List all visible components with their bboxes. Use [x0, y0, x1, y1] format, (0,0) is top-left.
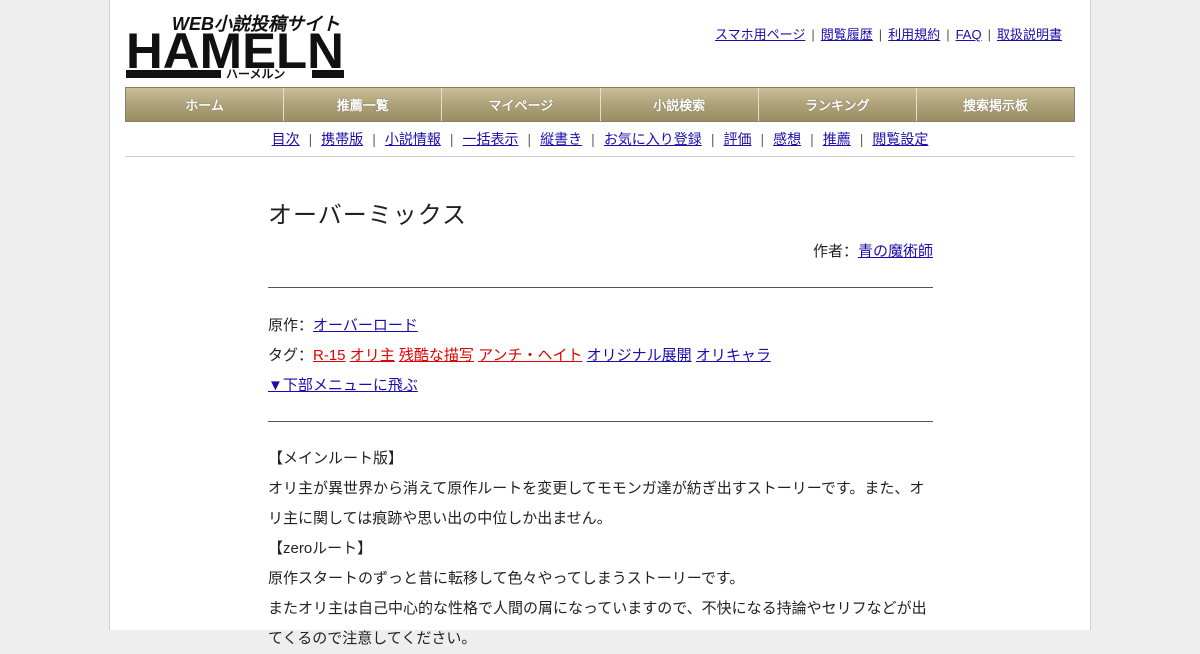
author-link[interactable]: 青の魔術師	[858, 243, 933, 260]
novel-meta: 原作：オーバーロード タグ：R-15 オリ主 残酷な描写 アンチ・ヘイト オリジ…	[268, 311, 933, 401]
nav-home[interactable]: ホーム	[126, 88, 285, 121]
jump-row: ▼下部メニューに飛ぶ	[268, 371, 933, 401]
top-links: スマホ用ページ | 閲覧履歴 | 利用規約 | FAQ | 取扱説明書	[715, 27, 1062, 42]
tag-link[interactable]: 残酷な描写	[399, 347, 474, 364]
summary-paragraph: オリ主が異世界から消えて原作ルートを変更してモモンガ達が紡ぎ出すストーリーです。…	[268, 480, 925, 527]
tags-label: タグ：	[268, 347, 314, 364]
smartphone-page-link[interactable]: スマホ用ページ	[715, 27, 805, 42]
tag-link[interactable]: オリジナル展開	[587, 347, 692, 364]
history-link[interactable]: 閲覧履歴	[821, 27, 873, 42]
nav-recommendations[interactable]: 推薦一覧	[284, 88, 443, 121]
summary-paragraph: 原作スタートのずっと昔に転移して色々やってしまうストーリーです。	[268, 570, 745, 587]
subnav-toc[interactable]: 目次	[272, 131, 300, 147]
subnav-novel-info[interactable]: 小説情報	[385, 131, 441, 147]
subnav-favorite[interactable]: お気に入り登録	[604, 131, 702, 147]
nav-mypage[interactable]: マイページ	[442, 88, 601, 121]
author-label: 作者：	[812, 243, 858, 260]
nav-search-board[interactable]: 捜索掲示板	[916, 88, 1075, 121]
novel-title: オーバーミックス	[268, 202, 468, 229]
subnav-rating[interactable]: 評価	[723, 131, 751, 147]
subnav-show-all[interactable]: 一括表示	[463, 131, 519, 147]
summary-paragraph: 【メインルート版】	[268, 450, 404, 467]
tags-row: タグ：R-15 オリ主 残酷な描写 アンチ・ヘイト オリジナル展開 オリキャラ	[268, 341, 933, 371]
hameln-logo[interactable]: WEB小説投稿サイト HAMELN ハーメルン	[126, 10, 346, 80]
tag-link[interactable]: オリキャラ	[696, 347, 771, 364]
subnav-recommend[interactable]: 推薦	[823, 131, 851, 147]
original-work-row: 原作：オーバーロード	[268, 311, 933, 341]
subnav-view-settings[interactable]: 閲覧設定	[872, 131, 928, 147]
faq-link[interactable]: FAQ	[956, 27, 982, 42]
page-container: WEB小説投稿サイト HAMELN ハーメルン スマホ用ページ | 閲覧履歴 | 利用規…	[109, 0, 1091, 647]
subnav-comments[interactable]: 感想	[773, 131, 801, 147]
novel-content: オーバーミックス 作者：青の魔術師 原作：オーバーロード タグ：R-15 オリ主…	[268, 195, 933, 654]
terms-link[interactable]: 利用規約	[888, 27, 940, 42]
main-nav: ホーム 推薦一覧 マイページ 小説検索 ランキング 捜索掲示板	[125, 87, 1075, 122]
subnav-vertical[interactable]: 縦書き	[540, 131, 582, 147]
nav-novel-search[interactable]: 小説検索	[600, 88, 759, 121]
divider-bottom	[268, 421, 933, 422]
tag-link[interactable]: アンチ・ヘイト	[478, 347, 582, 364]
subnav-divider	[125, 156, 1075, 157]
novel-summary: 【メインルート版】 オリ主が異世界から消えて原作ルートを変更してモモンガ達が紡ぎ…	[268, 444, 933, 654]
novel-subnav: 目次 | 携帯版 | 小説情報 | 一括表示 | 縦書き | お気に入り登録 | 評価 | 感想 | 推薦 | 閲覧…	[271, 131, 929, 147]
subnav-mobile[interactable]: 携帯版	[321, 131, 363, 147]
original-label: 原作：	[268, 317, 314, 334]
manual-link[interactable]: 取扱説明書	[997, 27, 1062, 42]
nav-ranking[interactable]: ランキング	[758, 88, 917, 121]
tag-link[interactable]: R-15	[313, 347, 346, 364]
jump-to-bottom-menu-link[interactable]: ▼下部メニューに飛ぶ	[268, 377, 418, 394]
summary-paragraph: 【zeroルート】	[268, 540, 373, 557]
author-line: 作者：青の魔術師	[268, 240, 933, 261]
tag-link[interactable]: オリ主	[350, 347, 395, 364]
divider-top	[268, 287, 933, 288]
original-work-link[interactable]: オーバーロード	[313, 317, 418, 334]
summary-paragraph: またオリ主は自己中心的な性格で人間の屑になっていますので、不快になる持論やセリフ…	[268, 600, 927, 647]
logo-kana: ハーメルン	[226, 67, 285, 80]
